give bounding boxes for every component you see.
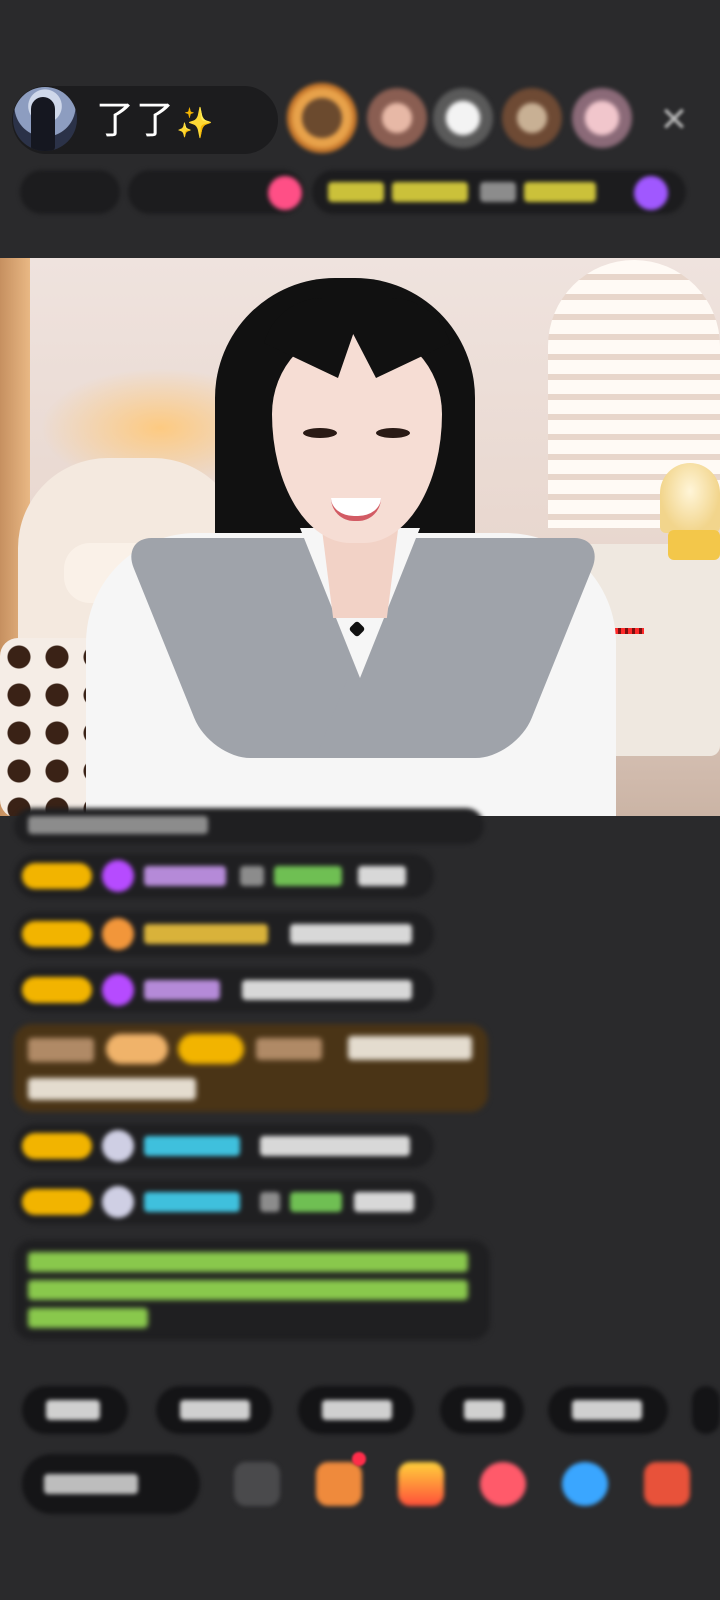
- badge-icon: [634, 176, 668, 210]
- emoji-icon[interactable]: [234, 1462, 280, 1506]
- chat-message: [14, 1124, 434, 1168]
- gift-box-icon[interactable]: [644, 1462, 690, 1506]
- chat-message: [14, 854, 434, 898]
- quick-reply-button[interactable]: [548, 1386, 668, 1434]
- chat-message: [14, 968, 434, 1012]
- quick-reply-button[interactable]: [440, 1386, 524, 1434]
- sparkle-icon: ✨: [176, 106, 216, 141]
- close-icon[interactable]: ✕: [652, 98, 696, 142]
- viewer-avatar[interactable]: [367, 88, 427, 148]
- quick-reply-button[interactable]: [692, 1386, 720, 1434]
- shop-icon[interactable]: [316, 1462, 362, 1506]
- gift-icon[interactable]: [398, 1462, 444, 1506]
- chat-message: [14, 1180, 434, 1224]
- host-name: 了了✨: [96, 96, 215, 148]
- quick-reply-button[interactable]: [156, 1386, 272, 1434]
- quick-reply-button[interactable]: [22, 1386, 128, 1434]
- like-icon[interactable]: [480, 1462, 526, 1506]
- viewer-avatar[interactable]: [287, 83, 357, 153]
- live-video[interactable]: [0, 258, 720, 816]
- game-icon[interactable]: [562, 1462, 608, 1506]
- chat-input[interactable]: [22, 1454, 200, 1514]
- system-notice: [14, 1240, 490, 1340]
- viewer-avatar[interactable]: [502, 88, 562, 148]
- badge-icon: [268, 176, 302, 210]
- chat-message: [14, 912, 434, 956]
- chat-message: [14, 808, 484, 844]
- viewer-avatar[interactable]: [433, 88, 493, 148]
- activity-pill[interactable]: [312, 170, 686, 214]
- viewer-avatar[interactable]: [572, 88, 632, 148]
- gift-message: [14, 1024, 488, 1112]
- quick-reply-button[interactable]: [298, 1386, 414, 1434]
- notification-dot: [352, 1452, 366, 1466]
- host-avatar[interactable]: [13, 87, 77, 151]
- rank-pill[interactable]: [20, 170, 120, 214]
- host-name-text: 了了: [96, 98, 177, 142]
